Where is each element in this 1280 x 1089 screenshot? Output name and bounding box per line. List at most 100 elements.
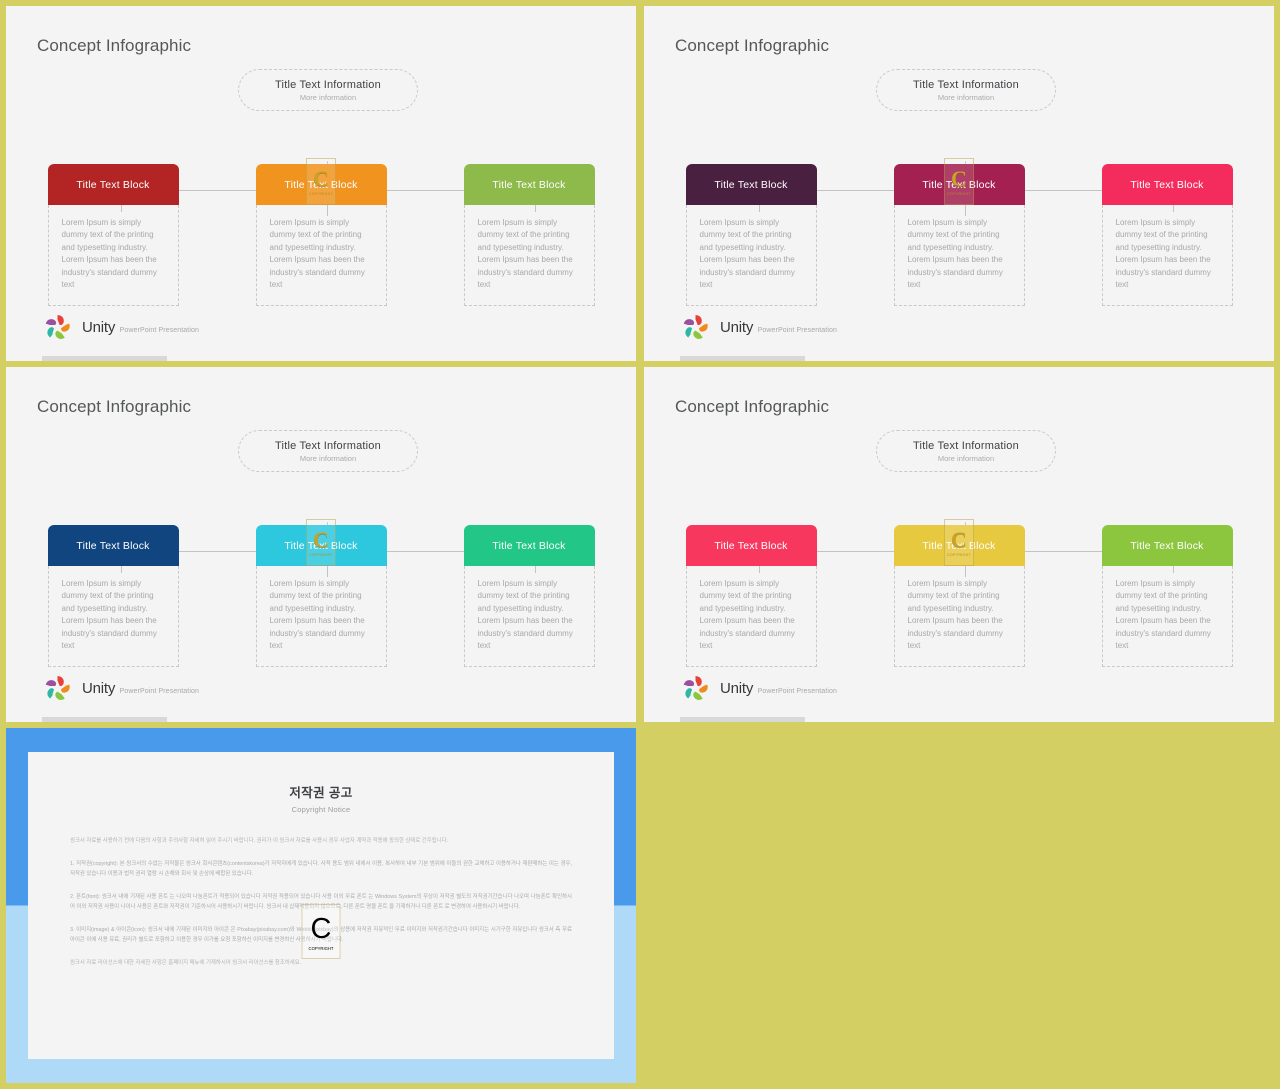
bubble-subtitle: More information <box>937 92 995 102</box>
block-body: Lorem Ipsum is simply dummy text of the … <box>1101 566 1233 668</box>
block-column[interactable]: Title Text Block Lorem Ipsum is simply d… <box>47 164 179 307</box>
watermark-label: COPYRIGHT <box>308 552 334 557</box>
block-columns: Title Text Block Lorem Ipsum is simply d… <box>644 519 1274 668</box>
logo-name: Unity <box>82 679 116 697</box>
block-body: Lorem Ipsum is simply dummy text of the … <box>685 566 817 668</box>
block-title: Title Text Block <box>492 539 566 552</box>
block-title: Title Text Block <box>76 539 150 552</box>
slide-panel-4[interactable]: Concept Infographic Title Text Informati… <box>644 367 1274 722</box>
logo-name: Unity <box>720 679 754 697</box>
block-columns: Title Text Block Lorem Ipsum is simply d… <box>6 158 636 307</box>
copyright-paragraph: 씽크서 자료를 사용하기 전에 다음의 사항과 주의사항 자세히 읽어 주시기 … <box>70 838 449 844</box>
root-node-bubble[interactable]: Title Text Information More information <box>876 69 1056 111</box>
copyright-sheet: 저작권 공고 Copyright Notice 씽크서 자료를 사용하기 전에 … <box>28 752 614 1059</box>
block-column[interactable]: Title Text Block C COPYRIGHT Lorem Ipsum… <box>255 519 387 668</box>
logo-underline-bar <box>42 356 167 361</box>
bubble-title: Title Text Information <box>275 439 381 452</box>
block-title: Title Text Block <box>714 539 788 552</box>
watermark-letter: C <box>310 912 332 945</box>
copyright-slide-panel[interactable]: 저작권 공고 Copyright Notice 씽크서 자료를 사용하기 전에 … <box>6 728 636 1083</box>
unity-logo[interactable]: Unity PowerPoint Presentation <box>42 673 199 704</box>
block-header[interactable]: Title Text Block C COPYRIGHT <box>255 158 387 205</box>
copyright-title: 저작권 공고 <box>289 786 353 800</box>
block-column[interactable]: Title Text Block Lorem Ipsum is simply d… <box>685 525 817 668</box>
slide-title: Concept Infographic <box>675 36 830 55</box>
unity-logo[interactable]: Unity PowerPoint Presentation <box>680 673 837 704</box>
block-header[interactable]: Title Text Block <box>1101 525 1233 566</box>
unity-pinwheel-star-icon <box>680 312 711 343</box>
block-columns: Title Text Block Lorem Ipsum is simply d… <box>6 519 636 668</box>
screenshot-root: Concept Infographic Title Text Informati… <box>0 0 1280 1089</box>
slide-panel-2[interactable]: Concept Infographic Title Text Informati… <box>644 6 1274 361</box>
block-body: Lorem Ipsum is simply dummy text of the … <box>255 205 387 307</box>
block-title: Title Text Block <box>492 178 566 191</box>
logo-tagline: PowerPoint Presentation <box>757 687 837 695</box>
watermark-label: COPYRIGHT <box>308 191 334 196</box>
block-column[interactable]: Title Text Block C COPYRIGHT Lorem Ipsum… <box>255 158 387 307</box>
root-node-bubble[interactable]: Title Text Information More information <box>876 430 1056 472</box>
block-title: Title Text Block <box>76 178 150 191</box>
block-title: Title Text Block <box>1130 178 1204 191</box>
watermark-label: COPYRIGHT <box>946 552 972 557</box>
block-title: Title Text Block <box>1130 539 1204 552</box>
block-column[interactable]: Title Text Block Lorem Ipsum is simply d… <box>685 164 817 307</box>
copyright-paragraph: 1. 저작권(copyright): 본 씽크서의 수없는 저작물은 씽크서 회… <box>70 861 572 877</box>
block-column[interactable]: Title Text Block Lorem Ipsum is simply d… <box>1101 164 1233 307</box>
root-node-bubble[interactable]: Title Text Information More information <box>238 69 418 111</box>
block-header[interactable]: Title Text Block C COPYRIGHT <box>255 519 387 566</box>
bubble-title: Title Text Information <box>913 78 1019 91</box>
block-header[interactable]: Title Text Block <box>1101 164 1233 205</box>
logo-underline-bar <box>42 717 167 722</box>
block-header[interactable]: Title Text Block <box>685 525 817 566</box>
block-column[interactable]: Title Text Block Lorem Ipsum is simply d… <box>1101 525 1233 668</box>
block-title: Title Text Block <box>922 178 996 191</box>
logo-name: Unity <box>82 318 116 336</box>
bubble-title: Title Text Information <box>275 78 381 91</box>
block-header[interactable]: Title Text Block <box>463 164 595 205</box>
block-title: Title Text Block <box>714 178 788 191</box>
slide-panel-3[interactable]: Concept Infographic Title Text Informati… <box>6 367 636 722</box>
unity-logo[interactable]: Unity PowerPoint Presentation <box>42 312 199 343</box>
logo-underline-bar <box>680 356 805 361</box>
root-node-bubble[interactable]: Title Text Information More information <box>238 430 418 472</box>
block-header[interactable]: Title Text Block <box>463 525 595 566</box>
logo-tagline: PowerPoint Presentation <box>757 326 837 334</box>
block-column[interactable]: Title Text Block C COPYRIGHT Lorem Ipsum… <box>893 519 1025 668</box>
block-header[interactable]: Title Text Block C COPYRIGHT <box>893 519 1025 566</box>
bubble-subtitle: More information <box>299 453 357 463</box>
block-body: Lorem Ipsum is simply dummy text of the … <box>893 205 1025 307</box>
copyright-watermark-icon: C COPYRIGHT <box>301 904 341 959</box>
block-body: Lorem Ipsum is simply dummy text of the … <box>47 205 179 307</box>
block-body: Lorem Ipsum is simply dummy text of the … <box>685 205 817 307</box>
block-body: Lorem Ipsum is simply dummy text of the … <box>255 566 387 668</box>
slide-title: Concept Infographic <box>675 397 830 416</box>
logo-name: Unity <box>720 318 754 336</box>
bubble-subtitle: More information <box>299 92 357 102</box>
block-column[interactable]: Title Text Block Lorem Ipsum is simply d… <box>463 525 595 668</box>
watermark-label: COPYRIGHT <box>308 945 334 951</box>
block-header[interactable]: Title Text Block <box>685 164 817 205</box>
copyright-paragraph: 씽크서 자료 라이선스에 대한 자세한 사항은 홈페이지 메뉴에 기재하시어 씽… <box>70 960 302 966</box>
unity-logo[interactable]: Unity PowerPoint Presentation <box>680 312 837 343</box>
block-body: Lorem Ipsum is simply dummy text of the … <box>47 566 179 668</box>
bubble-title: Title Text Information <box>913 439 1019 452</box>
block-header[interactable]: Title Text Block <box>47 164 179 205</box>
block-title: Title Text Block <box>284 178 358 191</box>
unity-pinwheel-star-icon <box>680 673 711 704</box>
block-body: Lorem Ipsum is simply dummy text of the … <box>463 566 595 668</box>
unity-logo-text: Unity PowerPoint Presentation <box>82 319 199 337</box>
block-columns: Title Text Block Lorem Ipsum is simply d… <box>644 158 1274 307</box>
slide-panel-1[interactable]: Concept Infographic Title Text Informati… <box>6 6 636 361</box>
block-column[interactable]: Title Text Block C COPYRIGHT Lorem Ipsum… <box>893 158 1025 307</box>
block-column[interactable]: Title Text Block Lorem Ipsum is simply d… <box>463 164 595 307</box>
block-title: Title Text Block <box>922 539 996 552</box>
logo-underline-bar <box>680 717 805 722</box>
block-header[interactable]: Title Text Block <box>47 525 179 566</box>
block-column[interactable]: Title Text Block Lorem Ipsum is simply d… <box>47 525 179 668</box>
block-body: Lorem Ipsum is simply dummy text of the … <box>893 566 1025 668</box>
block-body: Lorem Ipsum is simply dummy text of the … <box>463 205 595 307</box>
slide-title: Concept Infographic <box>37 397 192 416</box>
block-header[interactable]: Title Text Block C COPYRIGHT <box>893 158 1025 205</box>
unity-pinwheel-star-icon <box>42 673 73 704</box>
logo-tagline: PowerPoint Presentation <box>119 326 199 334</box>
